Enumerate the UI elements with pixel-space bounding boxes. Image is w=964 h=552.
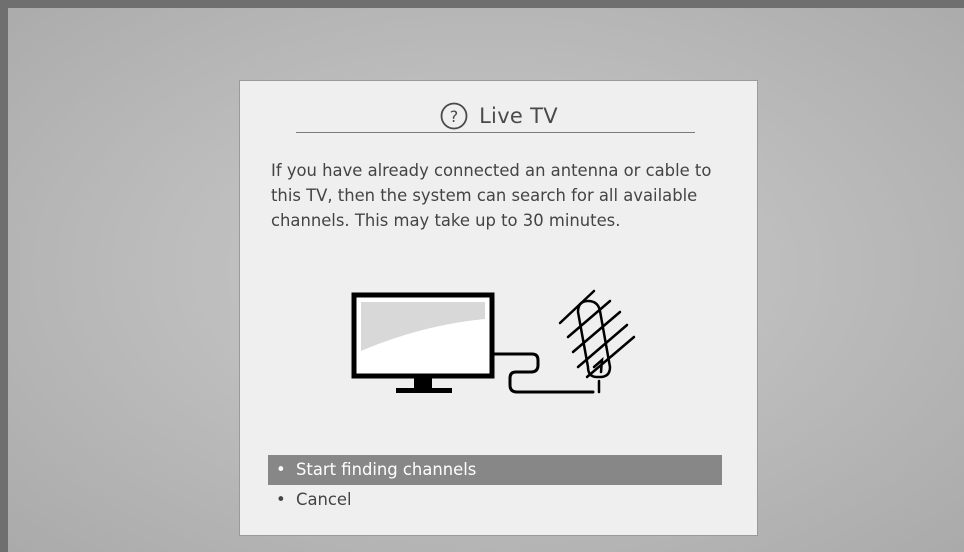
question-circle-icon: ?: [440, 102, 468, 130]
tv-icon: [351, 292, 495, 393]
dialog-description: If you have already connected an antenna…: [271, 161, 712, 230]
svg-text:?: ?: [450, 107, 459, 126]
bullet: •: [276, 490, 286, 509]
cancel-button[interactable]: • Cancel: [268, 485, 722, 515]
title-divider: [296, 132, 695, 133]
tv-screen: ? Live TV If you have already connected …: [0, 0, 964, 552]
live-tv-dialog: ? Live TV If you have already connected …: [239, 80, 758, 536]
dialog-title: Live TV: [479, 104, 558, 128]
cable-icon: [491, 352, 595, 394]
tv-antenna-illustration: [351, 289, 636, 394]
menu-item-label: Cancel: [296, 490, 352, 509]
start-finding-channels-button[interactable]: • Start finding channels: [268, 455, 722, 485]
antenna-icon: [558, 289, 636, 394]
menu-item-label: Start finding channels: [296, 460, 477, 479]
dialog-header: ? Live TV: [240, 99, 757, 133]
dialog-menu: • Start finding channels • Cancel: [268, 455, 722, 515]
bullet: •: [276, 460, 286, 479]
